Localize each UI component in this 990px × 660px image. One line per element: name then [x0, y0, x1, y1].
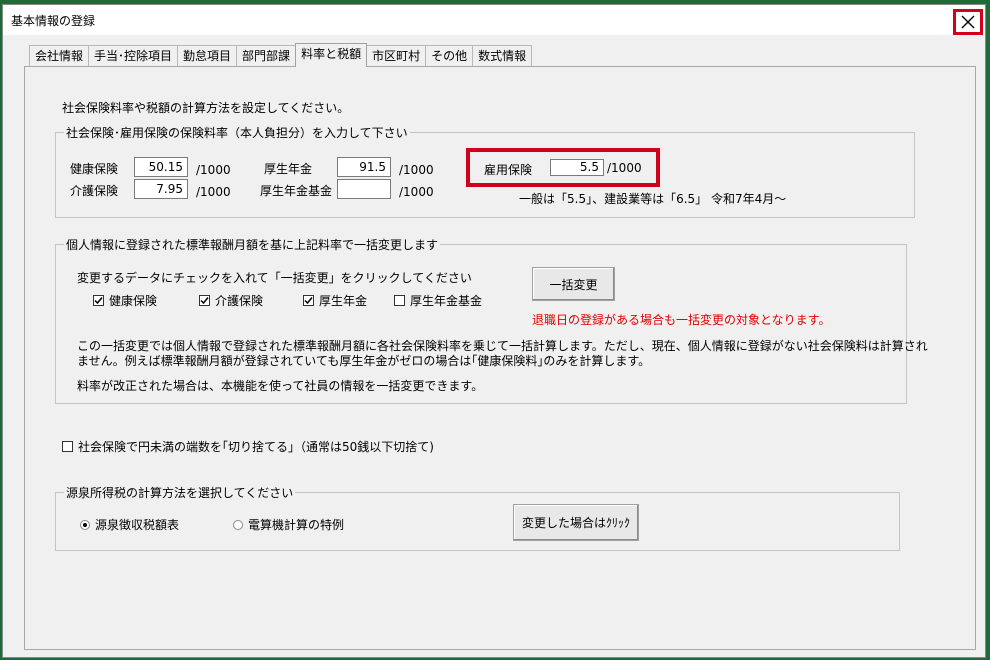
- checkbox-pension[interactable]: [303, 295, 314, 306]
- tab-company-info[interactable]: 会社情報: [29, 45, 90, 67]
- health-insurance-unit: /1000: [196, 163, 231, 177]
- radio-withholding-table[interactable]: 源泉徴収税額表: [80, 516, 179, 533]
- pension-rate-input[interactable]: 91.5: [337, 157, 391, 177]
- radio-withholding-table-label: 源泉徴収税額表: [95, 518, 180, 532]
- tab-formula-info[interactable]: 数式情報: [472, 45, 533, 67]
- check-pension[interactable]: 厚生年金: [303, 292, 367, 309]
- checkmark-icon: [94, 297, 103, 305]
- check-pension-label: 厚生年金: [319, 294, 368, 308]
- check-pension-fund-label: 厚生年金基金: [410, 294, 483, 308]
- pension-fund-rate-input[interactable]: [337, 179, 391, 199]
- checkbox-round-down[interactable]: [62, 441, 73, 452]
- tab-rates-taxes[interactable]: 料率と税額: [295, 43, 368, 67]
- radio-withholding-table-button[interactable]: [80, 519, 90, 530]
- bulk-change-button[interactable]: 一括変更: [532, 267, 615, 301]
- checkbox-health-insurance[interactable]: [93, 295, 104, 306]
- bulk-change-instruction: 変更するデータにチェックを入れて「一括変更」をクリックしてください: [77, 271, 472, 285]
- tab-other[interactable]: その他: [425, 45, 474, 67]
- tab-bar: 会社情報 手当･控除項目 勤怠項目 部門部課 料率と税額 市区町村 その他 数式…: [29, 43, 533, 67]
- check-care-insurance[interactable]: 介護保険: [199, 292, 263, 309]
- check-pension-fund[interactable]: 厚生年金基金: [394, 292, 482, 309]
- withholding-tax-group: 源泉所得税の計算方法を選択してください: [55, 484, 900, 551]
- bulk-change-legend: 個人情報に登録された標準報酬月額を基に上記料率で一括変更します: [66, 238, 439, 252]
- apply-change-button[interactable]: 変更した場合はｸﾘｯｸ: [513, 504, 639, 541]
- window-title: 基本情報の登録: [11, 14, 96, 28]
- care-insurance-unit: /1000: [196, 185, 231, 199]
- dialog-window: 基本情報の登録 会社情報 手当･控除項目 勤怠項目 部門部課 料率と税額 市区町…: [2, 4, 986, 658]
- radio-computer-calculation-button[interactable]: [233, 519, 243, 530]
- care-insurance-label: 介護保険: [70, 184, 119, 198]
- check-health-insurance-label: 健康保険: [109, 294, 158, 308]
- pension-unit: /1000: [399, 163, 434, 177]
- tab-allowance-deduction[interactable]: 手当･控除項目: [88, 45, 179, 67]
- insurance-rates-legend: 社会保険･雇用保険の保険料率（本人負担分）を入力して下さい: [66, 126, 408, 140]
- tab-panel: 社会保険料率や税額の計算方法を設定してください。 社会保険･雇用保険の保険料率（…: [24, 66, 976, 650]
- bulk-change-warning: 退職日の登録がある場合も一括変更の対象となります。: [532, 313, 831, 327]
- instructions-text: 社会保険料率や税額の計算方法を設定してください。: [62, 101, 350, 115]
- health-insurance-label: 健康保険: [70, 162, 119, 176]
- pension-fund-unit: /1000: [399, 185, 434, 199]
- health-insurance-rate-input[interactable]: 50.15: [134, 157, 188, 177]
- employment-insurance-note: 一般は「5.5」、建設業等は「6.5」 令和7年4月～: [519, 192, 787, 206]
- tab-municipalities[interactable]: 市区町村: [366, 45, 427, 67]
- pension-fund-label: 厚生年金基金: [260, 184, 333, 198]
- checkbox-pension-fund[interactable]: [394, 295, 405, 306]
- checkbox-care-insurance[interactable]: [199, 295, 210, 306]
- round-down-checkbox[interactable]: 社会保険で円未満の端数を｢切り捨てる｣（通常は50銭以下切捨て): [62, 438, 434, 455]
- tab-departments[interactable]: 部門部課: [236, 45, 297, 67]
- withholding-tax-legend: 源泉所得税の計算方法を選択してください: [66, 486, 294, 500]
- care-insurance-rate-input[interactable]: 7.95: [134, 179, 188, 199]
- close-icon: [961, 15, 975, 29]
- tab-attendance[interactable]: 勤怠項目: [177, 45, 238, 67]
- employment-insurance-label: 雇用保険: [484, 163, 533, 177]
- check-care-insurance-label: 介護保険: [215, 294, 264, 308]
- employment-insurance-rate-input[interactable]: 5.5: [550, 159, 604, 176]
- checkmark-icon: [200, 297, 209, 305]
- close-button[interactable]: [953, 9, 983, 35]
- title-bar: 基本情報の登録: [3, 5, 985, 35]
- check-health-insurance[interactable]: 健康保険: [93, 292, 157, 309]
- employment-insurance-unit: /1000: [607, 161, 642, 175]
- bulk-change-description-3: 料率が改正された場合は、本機能を使って社員の情報を一括変更できます。: [77, 379, 484, 393]
- round-down-label: 社会保険で円未満の端数を｢切り捨てる｣（通常は50銭以下切捨て): [78, 440, 434, 454]
- pension-label: 厚生年金: [264, 162, 313, 176]
- radio-computer-calculation-label: 電算機計算の特例: [248, 518, 345, 532]
- bulk-change-description-2: ません。例えば標準報酬月額が登録されていても厚生年金がゼロの場合は｢健康保険料｣…: [77, 354, 651, 368]
- checkmark-icon: [304, 297, 313, 305]
- radio-computer-calculation[interactable]: 電算機計算の特例: [233, 516, 344, 533]
